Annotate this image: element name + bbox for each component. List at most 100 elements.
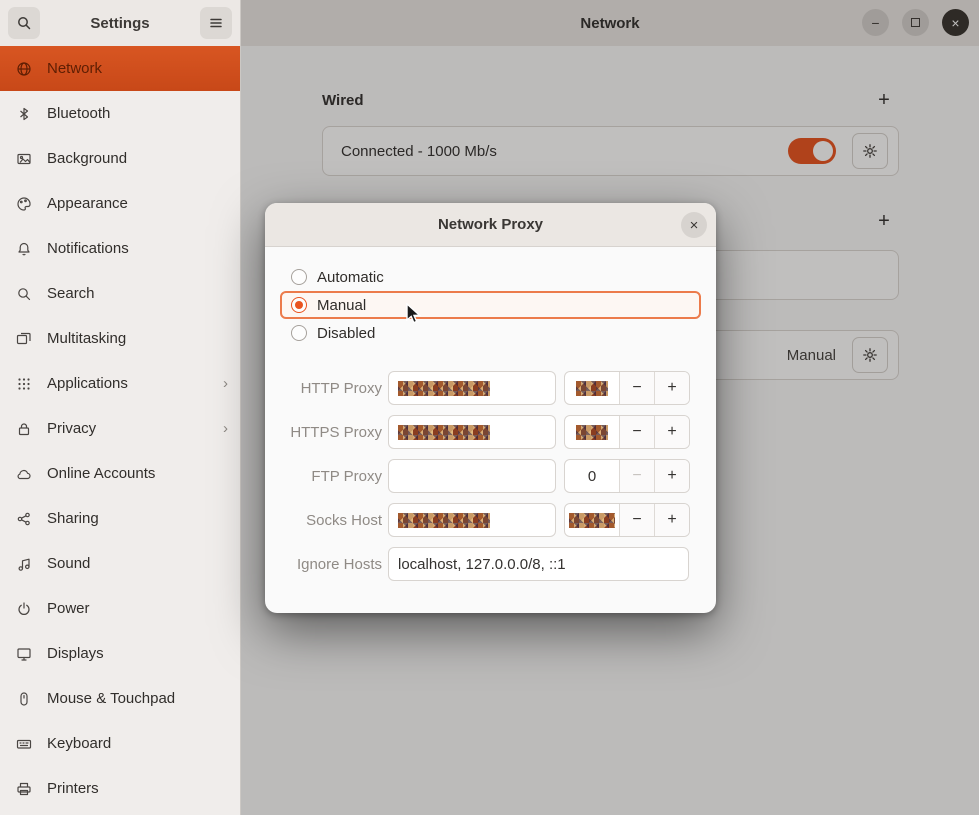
sidebar-item-applications[interactable]: Applications › [0, 361, 240, 406]
sidebar-item-label: Printers [47, 780, 99, 797]
ftp-port-minus-button[interactable]: − [619, 460, 654, 492]
sidebar-item-label: Bluetooth [47, 105, 110, 122]
socks-port-minus-button[interactable]: − [619, 504, 654, 536]
sidebar-item-label: Multitasking [47, 330, 126, 347]
menu-button[interactable] [200, 7, 232, 39]
field-label: HTTP Proxy [289, 380, 382, 397]
sidebar-item-label: Power [47, 600, 90, 617]
sidebar-item-power[interactable]: Power [0, 586, 240, 631]
http-proxy-input[interactable] [388, 371, 556, 405]
radio-checked-icon [291, 297, 307, 313]
redacted-port-value [576, 425, 608, 440]
music-note-icon [16, 556, 34, 572]
radio-label: Disabled [317, 325, 375, 342]
sidebar-item-label: Appearance [47, 195, 128, 212]
sidebar-item-label: Search [47, 285, 95, 302]
ignore-hosts-value: localhost, 127.0.0.0/8, ::1 [398, 556, 566, 573]
field-label: FTP Proxy [289, 468, 382, 485]
close-icon: × [690, 218, 699, 233]
ftp-port-plus-button[interactable]: + [654, 460, 689, 492]
network-icon [16, 61, 34, 77]
socks-port-plus-button[interactable]: + [654, 504, 689, 536]
sidebar-item-sound[interactable]: Sound [0, 541, 240, 586]
ftp-port-stepper: 0 − + [564, 459, 690, 493]
field-label: HTTPS Proxy [289, 424, 382, 441]
bluetooth-icon [16, 106, 34, 122]
radio-label: Manual [317, 297, 366, 314]
proxy-form: HTTP Proxy − + HTTPS Proxy − + FTP Pro [265, 371, 716, 581]
radio-label: Automatic [317, 269, 384, 286]
sidebar-item-label: Mouse & Touchpad [47, 690, 175, 707]
sidebar-item-label: Notifications [47, 240, 129, 257]
redacted-port-value [569, 513, 615, 528]
sidebar-item-notifications[interactable]: Notifications [0, 226, 240, 271]
ftp-proxy-row: FTP Proxy 0 − + [289, 459, 692, 493]
power-icon [16, 601, 34, 617]
sidebar-item-label: Background [47, 150, 127, 167]
redacted-host-value [398, 381, 490, 396]
proxy-mode-group: Automatic Manual Disabled [280, 263, 701, 347]
app-grid-icon [16, 376, 34, 392]
keyboard-icon [16, 736, 34, 752]
background-icon [16, 151, 34, 167]
radio-icon [291, 269, 307, 285]
socks-port-value[interactable] [565, 504, 619, 536]
app-title: Settings [90, 15, 149, 32]
sidebar-item-sharing[interactable]: Sharing [0, 496, 240, 541]
search-icon [16, 15, 32, 31]
https-proxy-input[interactable] [388, 415, 556, 449]
share-icon [16, 511, 34, 527]
bell-icon [16, 241, 34, 257]
https-port-plus-button[interactable]: + [654, 416, 689, 448]
search-button[interactable] [8, 7, 40, 39]
sidebar-item-mouse-touchpad[interactable]: Mouse & Touchpad [0, 676, 240, 721]
sidebar-item-displays[interactable]: Displays [0, 631, 240, 676]
monitor-icon [16, 646, 34, 662]
cloud-icon [16, 466, 34, 482]
search-icon [16, 286, 34, 302]
sidebar-item-network[interactable]: Network [0, 46, 240, 91]
http-proxy-row: HTTP Proxy − + [289, 371, 692, 405]
https-port-value[interactable] [565, 416, 619, 448]
redacted-port-value [576, 381, 608, 396]
lock-icon [16, 421, 34, 437]
sidebar-item-multitasking[interactable]: Multitasking [0, 316, 240, 361]
socks-host-row: Socks Host − + [289, 503, 692, 537]
dialog-close-button[interactable]: × [681, 212, 707, 238]
ignore-hosts-input[interactable]: localhost, 127.0.0.0/8, ::1 [388, 547, 689, 581]
appearance-icon [16, 196, 34, 212]
sidebar-item-appearance[interactable]: Appearance [0, 181, 240, 226]
sidebar-item-online-accounts[interactable]: Online Accounts [0, 451, 240, 496]
http-port-plus-button[interactable]: + [654, 372, 689, 404]
sidebar-item-printers[interactable]: Printers [0, 766, 240, 811]
settings-window: Settings Network Bluetooth [0, 0, 979, 815]
sidebar-item-privacy[interactable]: Privacy › [0, 406, 240, 451]
ignore-hosts-row: Ignore Hosts localhost, 127.0.0.0/8, ::1 [289, 547, 692, 581]
sidebar-list: Network Bluetooth Background Appearance [0, 46, 240, 811]
http-port-value[interactable] [565, 372, 619, 404]
sidebar-item-label: Sound [47, 555, 90, 572]
radio-row-disabled[interactable]: Disabled [280, 319, 701, 347]
sidebar-header: Settings [0, 0, 240, 46]
printer-icon [16, 781, 34, 797]
chevron-right-icon: › [223, 420, 228, 437]
field-label: Ignore Hosts [289, 556, 382, 573]
sidebar-item-background[interactable]: Background [0, 136, 240, 181]
sidebar-item-search[interactable]: Search [0, 271, 240, 316]
socks-port-stepper: − + [564, 503, 690, 537]
socks-host-input[interactable] [388, 503, 556, 537]
sidebar-item-keyboard[interactable]: Keyboard [0, 721, 240, 766]
radio-row-automatic[interactable]: Automatic [280, 263, 701, 291]
field-label: Socks Host [289, 512, 382, 529]
sidebar-item-label: Network [47, 60, 102, 77]
sidebar-item-label: Displays [47, 645, 104, 662]
http-port-minus-button[interactable]: − [619, 372, 654, 404]
https-port-minus-button[interactable]: − [619, 416, 654, 448]
sidebar-item-label: Online Accounts [47, 465, 155, 482]
ftp-port-value[interactable]: 0 [565, 460, 619, 492]
chevron-right-icon: › [223, 375, 228, 392]
sidebar-item-bluetooth[interactable]: Bluetooth [0, 91, 240, 136]
ftp-proxy-input[interactable] [388, 459, 556, 493]
mouse-icon [16, 691, 34, 707]
radio-row-manual[interactable]: Manual [280, 291, 701, 319]
